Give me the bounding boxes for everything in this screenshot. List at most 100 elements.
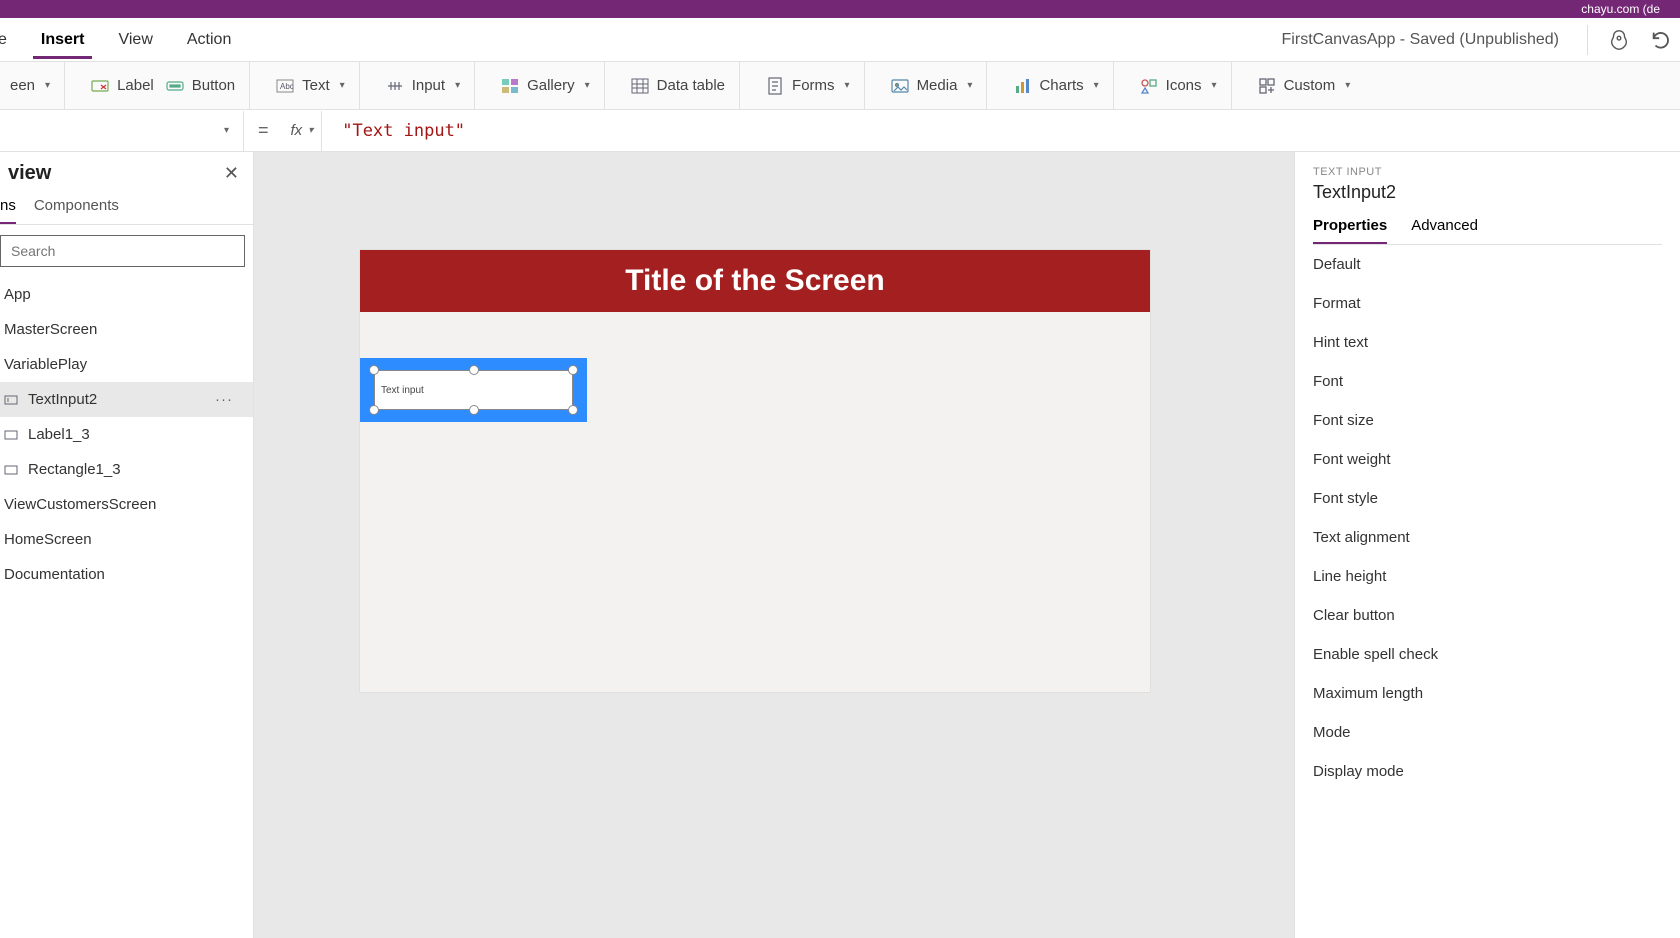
tab-advanced[interactable]: Advanced: [1411, 217, 1478, 244]
control-type-label: TEXT INPUT: [1313, 166, 1662, 178]
selected-control[interactable]: Text input: [360, 358, 587, 422]
chevron-down-icon: ▾: [585, 80, 590, 91]
formula-bar: ▾ = fx ▾ "Text input": [0, 110, 1680, 152]
chevron-down-icon: ▾: [45, 80, 50, 91]
menu-insert[interactable]: Insert: [33, 21, 93, 59]
property-selector[interactable]: ▾: [0, 111, 244, 151]
input-button[interactable]: Input ▾: [384, 73, 462, 99]
text-button[interactable]: Abc Text ▾: [274, 73, 347, 99]
custom-button[interactable]: Custom ▾: [1256, 73, 1353, 99]
prop-font-size[interactable]: Font size: [1313, 401, 1662, 440]
rectangle-icon: [4, 463, 18, 477]
tree-item-app[interactable]: App: [0, 277, 253, 312]
media-label: Media: [917, 77, 958, 94]
undo-icon[interactable]: [1650, 29, 1672, 51]
more-icon[interactable]: ···: [215, 391, 233, 408]
charts-label: Charts: [1039, 77, 1083, 94]
prop-font[interactable]: Font: [1313, 362, 1662, 401]
forms-label: Forms: [792, 77, 835, 94]
tab-components[interactable]: Components: [34, 197, 119, 224]
text-label: Text: [302, 77, 330, 94]
formula-input[interactable]: "Text input": [322, 121, 1680, 141]
button-button[interactable]: Button: [164, 73, 237, 99]
chevron-down-icon: ▾: [340, 80, 345, 91]
button-text: Button: [192, 77, 235, 94]
tree-list: App MasterScreen VariablePlay TextInput2…: [0, 277, 253, 938]
canvas-area[interactable]: Title of the Screen Text input: [254, 152, 1294, 938]
chevron-down-icon: ▾: [455, 80, 460, 91]
insert-toolbar: een ▾ Label Button Abc Text ▾: [0, 62, 1680, 110]
app-checker-icon[interactable]: [1608, 29, 1630, 51]
menu-view[interactable]: View: [110, 21, 160, 59]
textinput-icon: [4, 393, 18, 407]
tree-item-variableplay[interactable]: VariablePlay: [0, 347, 253, 382]
prop-clear-button[interactable]: Clear button: [1313, 596, 1662, 635]
prop-mode[interactable]: Mode: [1313, 713, 1662, 752]
canvas-screen[interactable]: Title of the Screen Text input: [360, 250, 1150, 692]
label-icon: [4, 428, 18, 442]
prop-hint-text[interactable]: Hint text: [1313, 323, 1662, 362]
textinput-control[interactable]: Text input: [374, 370, 573, 410]
table-icon: [631, 77, 649, 95]
resize-handle[interactable]: [369, 365, 379, 375]
tree-item-documentation[interactable]: Documentation: [0, 557, 253, 592]
prop-display-mode[interactable]: Display mode: [1313, 752, 1662, 791]
close-icon[interactable]: ✕: [224, 163, 239, 184]
tab-properties[interactable]: Properties: [1313, 217, 1387, 244]
prop-font-style[interactable]: Font style: [1313, 479, 1662, 518]
fx-button[interactable]: fx ▾: [283, 111, 323, 151]
text-icon: Abc: [276, 77, 294, 95]
prop-line-height[interactable]: Line height: [1313, 557, 1662, 596]
icons-button[interactable]: Icons ▾: [1138, 73, 1219, 99]
forms-icon: [766, 77, 784, 95]
input-label: Input: [412, 77, 445, 94]
media-button[interactable]: Media ▾: [889, 73, 975, 99]
resize-handle[interactable]: [369, 405, 379, 415]
menu-file-cut[interactable]: e: [0, 21, 15, 59]
chevron-down-icon: ▾: [1094, 80, 1099, 91]
charts-icon: [1013, 77, 1031, 95]
chevron-down-icon: ▾: [308, 125, 313, 136]
tree-item-masterscreen[interactable]: MasterScreen: [0, 312, 253, 347]
title-bar: chayu.com (de: [0, 0, 1680, 18]
search-input[interactable]: [0, 235, 245, 267]
data-table-label: Data table: [657, 77, 725, 94]
charts-button[interactable]: Charts ▾: [1011, 73, 1100, 99]
gallery-button[interactable]: Gallery ▾: [499, 73, 592, 99]
label-button[interactable]: Label: [89, 73, 156, 99]
custom-icon: [1258, 77, 1276, 95]
resize-handle[interactable]: [469, 405, 479, 415]
input-icon: [386, 77, 404, 95]
prop-font-weight[interactable]: Font weight: [1313, 440, 1662, 479]
menu-bar: File e Insert View Action FirstCanvasApp…: [0, 18, 1680, 62]
screen-label: een: [10, 77, 35, 94]
media-icon: [891, 77, 909, 95]
data-table-button[interactable]: Data table: [629, 73, 727, 99]
tree-item-homescreen[interactable]: HomeScreen: [0, 522, 253, 557]
prop-maximum-length[interactable]: Maximum length: [1313, 674, 1662, 713]
tree-item-viewcustomers[interactable]: ViewCustomersScreen: [0, 487, 253, 522]
button-icon: [166, 77, 184, 95]
control-name[interactable]: TextInput2: [1313, 182, 1662, 203]
menu-action[interactable]: Action: [179, 21, 239, 59]
fx-label: fx: [291, 122, 303, 139]
label-icon: [91, 77, 109, 95]
forms-button[interactable]: Forms ▾: [764, 73, 852, 99]
prop-format[interactable]: Format: [1313, 284, 1662, 323]
tree-item-textinput2[interactable]: TextInput2 ···: [0, 382, 253, 417]
prop-text-alignment[interactable]: Text alignment: [1313, 518, 1662, 557]
equals-sign: =: [244, 120, 283, 141]
prop-default[interactable]: Default: [1313, 245, 1662, 284]
gallery-label: Gallery: [527, 77, 575, 94]
tab-screens[interactable]: ns: [0, 197, 16, 224]
resize-handle[interactable]: [568, 365, 578, 375]
tree-item-rectangle1-3[interactable]: Rectangle1_3: [0, 452, 253, 487]
screen-button[interactable]: een ▾: [8, 73, 52, 98]
tree-item-label1-3[interactable]: Label1_3: [0, 417, 253, 452]
prop-enable-spell-check[interactable]: Enable spell check: [1313, 635, 1662, 674]
resize-handle[interactable]: [568, 405, 578, 415]
icons-icon: [1140, 77, 1158, 95]
resize-handle[interactable]: [469, 365, 479, 375]
tree-view-panel: view ✕ ns Components App MasterScreen Va…: [0, 152, 254, 938]
svg-text:Abc: Abc: [280, 82, 294, 91]
